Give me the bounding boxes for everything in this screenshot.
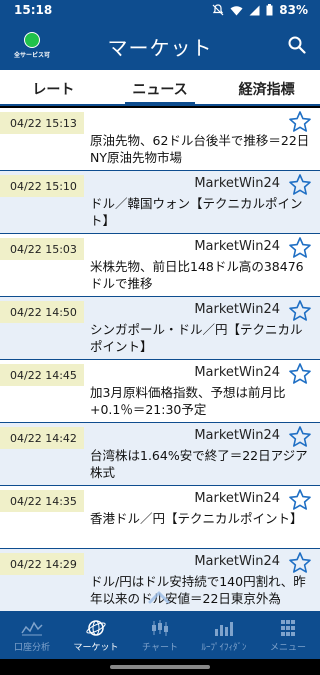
news-source: MarketWin24 xyxy=(194,239,280,254)
bottom-nav: 口座分析 マーケット チャート ﾙｰﾌﾟｲﾌｨﾀﾞﾝ メニュー xyxy=(0,611,320,659)
nav-account-analysis-label: 口座分析 xyxy=(13,643,50,653)
wifi-icon xyxy=(230,5,243,15)
news-source: MarketWin24 xyxy=(194,554,280,569)
news-date: 04/22 15:03 xyxy=(0,238,84,260)
news-source: MarketWin24 xyxy=(194,176,280,191)
news-source: MarketWin24 xyxy=(194,365,280,380)
tab-news[interactable]: ニュース xyxy=(107,70,214,105)
news-item[interactable]: 04/22 14:45 MarketWin24 加3月原料価格指数、予想は前月比… xyxy=(0,360,320,423)
bar-chart-icon xyxy=(215,622,233,636)
nav-chart[interactable]: チャート xyxy=(128,611,192,659)
news-headline: ドル／韓国ウォン【テクニカルポイント】 xyxy=(90,196,303,228)
news-date: 04/22 14:50 xyxy=(0,301,84,323)
star-icon[interactable] xyxy=(288,488,312,512)
tab-economic-indicators-label: 経済指標 xyxy=(238,82,295,98)
mute-icon xyxy=(212,4,224,16)
news-list[interactable]: 04/22 15:13 原油先物、62ドル台後半で推移＝22日NY原油先物市場 … xyxy=(0,108,320,611)
star-icon[interactable] xyxy=(288,110,312,134)
nav-loop-ifdone[interactable]: ﾙｰﾌﾟｲﾌｨﾀﾞﾝ xyxy=(192,611,256,659)
status-bar: 15:18 83% xyxy=(0,0,320,22)
news-date: 04/22 14:45 xyxy=(0,364,84,386)
home-gesture-handle[interactable] xyxy=(110,665,210,669)
star-icon[interactable] xyxy=(288,425,312,449)
news-headline: 原油先物、62ドル台後半で推移＝22日NY原油先物市場 xyxy=(90,133,310,165)
nav-menu-label: メニュー xyxy=(269,643,306,653)
globe-icon xyxy=(86,620,106,636)
news-source: MarketWin24 xyxy=(194,491,280,506)
tab-economic-indicators[interactable]: 経済指標 xyxy=(213,70,320,104)
chevron-up-icon[interactable] xyxy=(148,590,170,604)
news-headline: ドル/円はドル安持続で140円割れ、昨年以来のドル安値＝22日東京外為 xyxy=(90,574,306,606)
battery-icon xyxy=(266,4,273,16)
news-source: MarketWin24 xyxy=(194,302,280,317)
news-date: 04/22 14:42 xyxy=(0,427,84,449)
nav-menu[interactable]: メニュー xyxy=(256,611,320,659)
news-item[interactable]: 04/22 15:13 原油先物、62ドル台後半で推移＝22日NY原油先物市場 xyxy=(0,108,320,171)
battery-level: 83% xyxy=(279,3,308,17)
signal-icon xyxy=(249,5,260,15)
news-headline: 台湾株は1.64%安で終了＝22日アジア株式 xyxy=(90,448,308,480)
chart-wave-icon xyxy=(21,621,43,636)
news-item[interactable]: 04/22 14:50 MarketWin24 シンガポール・ドル／円【テクニカ… xyxy=(0,297,320,360)
news-item[interactable]: 04/22 14:35 MarketWin24 香港ドル／円【テクニカルポイント… xyxy=(0,486,320,549)
news-source: MarketWin24 xyxy=(194,428,280,443)
nav-account-analysis[interactable]: 口座分析 xyxy=(0,611,64,659)
status-time: 15:18 xyxy=(14,3,53,17)
news-headline: 香港ドル／円【テクニカルポイント】 xyxy=(90,511,303,526)
nav-loop-ifdone-label: ﾙｰﾌﾟｲﾌｨﾀﾞﾝ xyxy=(201,643,247,653)
search-icon[interactable] xyxy=(288,36,306,54)
tab-bar: レート ニュース 経済指標 xyxy=(0,70,320,106)
star-icon[interactable] xyxy=(288,173,312,197)
candlestick-icon xyxy=(152,620,168,636)
nav-chart-label: チャート xyxy=(142,643,178,653)
news-headline: シンガポール・ドル／円【テクニカルポイント】 xyxy=(90,322,303,354)
nav-market[interactable]: マーケット xyxy=(64,611,128,659)
news-date: 04/22 15:10 xyxy=(0,175,84,197)
status-icons: 83% xyxy=(212,3,308,17)
star-icon[interactable] xyxy=(288,362,312,386)
news-date: 04/22 15:13 xyxy=(0,112,84,134)
news-item[interactable]: 04/22 15:03 MarketWin24 米株先物、前日比148ドル高の3… xyxy=(0,234,320,297)
news-headline: 米株先物、前日比148ドル高の38476ドルで推移 xyxy=(90,259,304,291)
tab-news-label: ニュース xyxy=(132,82,188,98)
system-navigation-bar xyxy=(0,659,320,675)
tab-rate-label: レート xyxy=(32,82,75,98)
star-icon[interactable] xyxy=(288,236,312,260)
news-item[interactable]: 04/22 14:42 MarketWin24 台湾株は1.64%安で終了＝22… xyxy=(0,423,320,486)
news-date: 04/22 14:35 xyxy=(0,490,84,512)
news-item[interactable]: 04/22 15:10 MarketWin24 ドル／韓国ウォン【テクニカルポイ… xyxy=(0,171,320,234)
app-bar: 全サービス可 マーケット xyxy=(0,22,320,70)
star-icon[interactable] xyxy=(288,299,312,323)
tab-rate[interactable]: レート xyxy=(0,70,107,104)
page-title: マーケット xyxy=(107,36,213,60)
nav-market-label: マーケット xyxy=(73,643,119,653)
grid-icon xyxy=(281,620,295,636)
star-icon[interactable] xyxy=(288,551,312,575)
news-date: 04/22 14:29 xyxy=(0,553,84,575)
news-headline: 加3月原料価格指数、予想は前月比+0.1％＝21:30予定 xyxy=(90,385,286,417)
